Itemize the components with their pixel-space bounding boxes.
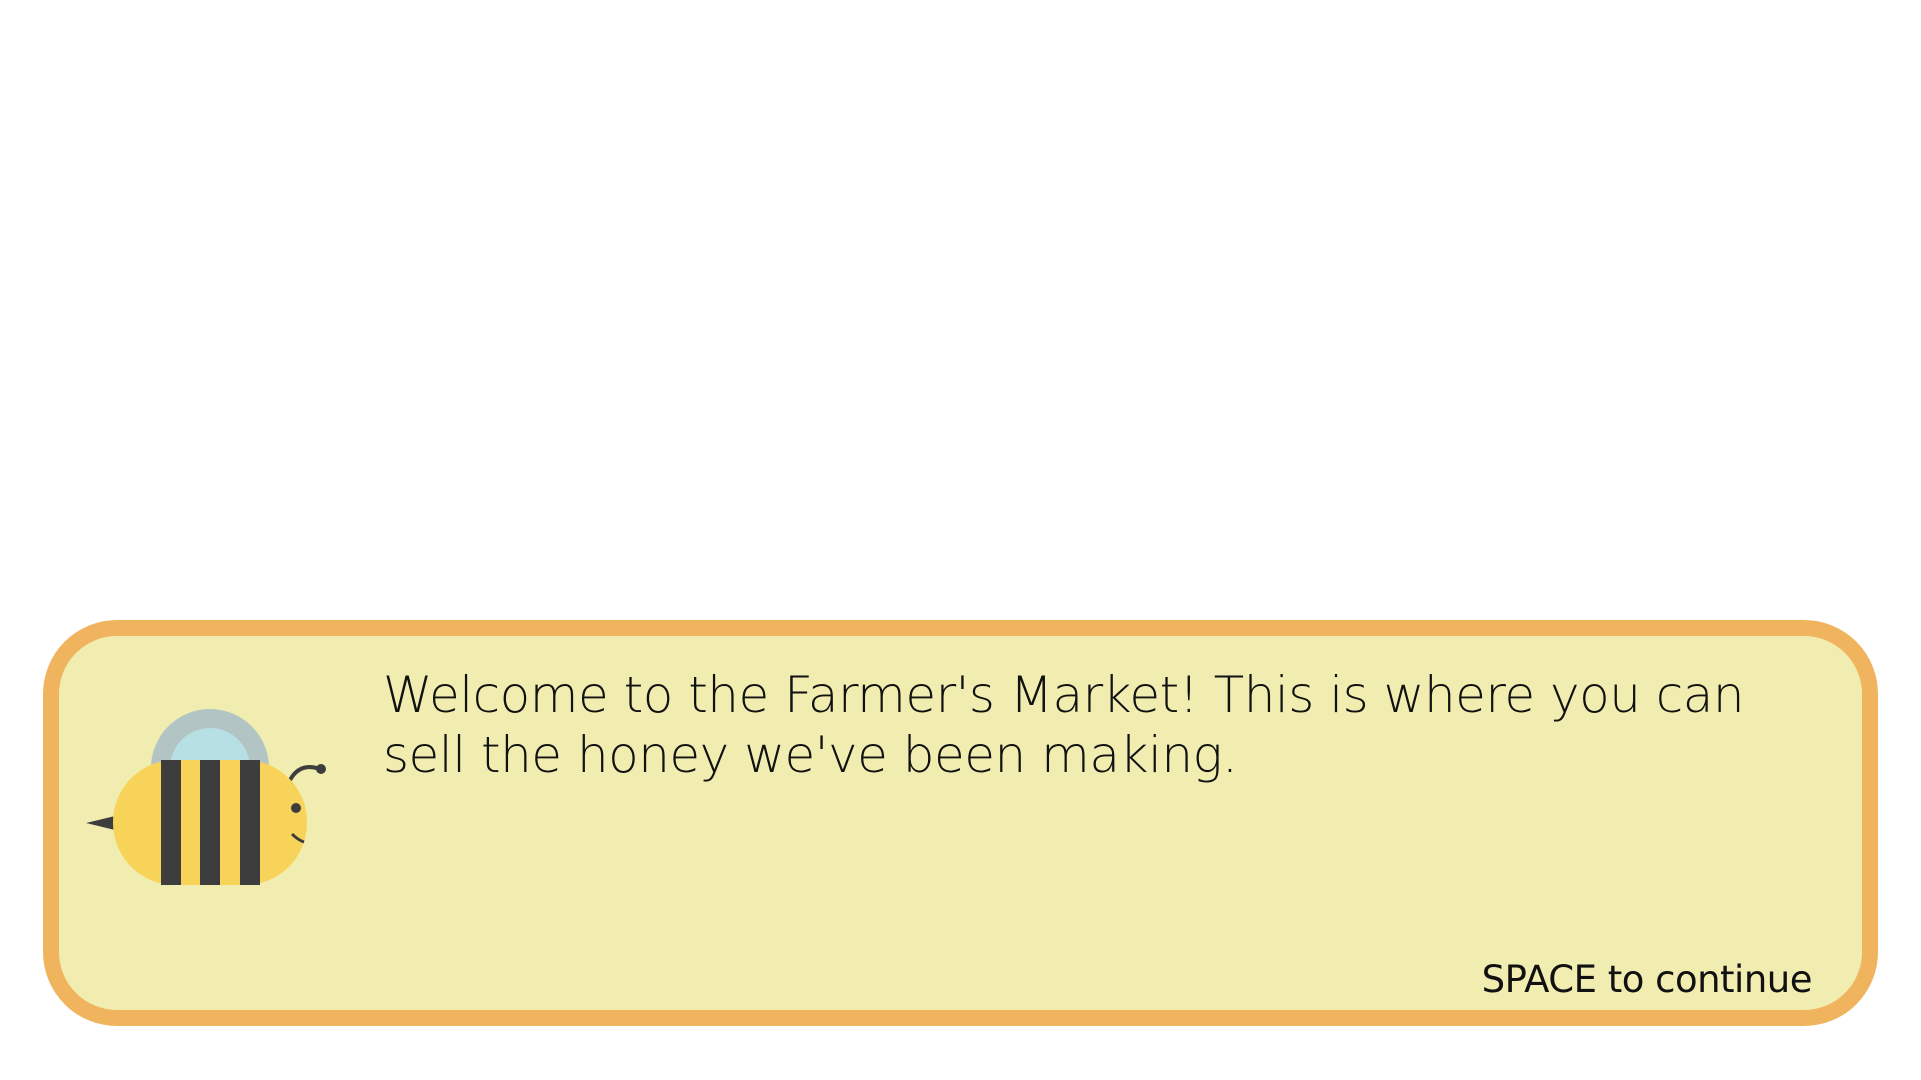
- bee-icon: [86, 709, 326, 885]
- bee-stripe: [200, 760, 220, 885]
- bee-eye: [291, 803, 301, 813]
- continue-hint[interactable]: SPACE to continue: [1482, 958, 1813, 1001]
- bee-stinger: [86, 816, 115, 830]
- bee-antenna: [288, 765, 321, 782]
- bee-stripe: [240, 760, 260, 885]
- bee-stripe: [161, 760, 181, 885]
- dialog-message: Welcome to the Farmer's Market! This is …: [383, 666, 1745, 784]
